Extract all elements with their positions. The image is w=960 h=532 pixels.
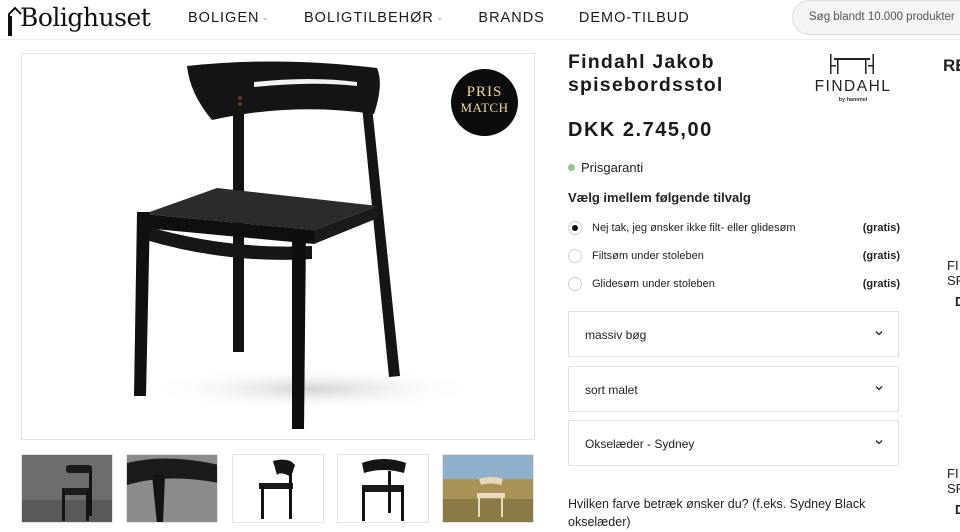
- thumbnail-image: [233, 455, 323, 522]
- prismatch-badge: PRIS MATCH: [451, 69, 518, 136]
- select-value: Okselæder - Sydney: [585, 437, 695, 451]
- option-label: Filtsøm under stoleben: [592, 250, 704, 262]
- option-price: (gratis): [862, 222, 900, 234]
- related-heading: RE: [943, 56, 960, 75]
- search-input[interactable]: Søg blandt 10.000 produkter: [792, 0, 960, 35]
- table-chairs-icon: [830, 54, 874, 74]
- related-item-1-price: D: [955, 294, 960, 309]
- select-value: massiv bøg: [585, 328, 647, 342]
- thumbnail-4[interactable]: [337, 454, 429, 523]
- options-heading: Vælg imellem følgende tilvalg: [568, 190, 751, 205]
- radio-button[interactable]: [568, 277, 582, 291]
- status-dot-icon: [568, 164, 575, 171]
- related-item-2-name-1[interactable]: FI: [947, 466, 959, 481]
- related-item-2-name-2[interactable]: SF: [947, 481, 960, 496]
- wood-type-select[interactable]: massiv bøg: [568, 311, 899, 357]
- brand-name: FINDAHL: [814, 78, 892, 95]
- option-none[interactable]: Nej tak, jeg ønsker ikke filt- eller gli…: [568, 220, 900, 238]
- thumbnail-1[interactable]: [21, 454, 113, 523]
- nav-label: BOLIGTILBEHØR: [304, 10, 434, 26]
- product-title: Findahl Jakob spisebordsstol: [568, 51, 724, 96]
- site-header: Bolighuset BOLIGEN ⌄ BOLIGTILBEHØR ⌄ BRA…: [0, 0, 960, 40]
- nav-item-demo-tilbud[interactable]: DEMO-TILBUD: [579, 10, 690, 26]
- option-label: Nej tak, jeg ønsker ikke filt- eller gli…: [592, 222, 796, 234]
- option-price: (gratis): [862, 250, 900, 262]
- select-value: sort malet: [585, 383, 638, 397]
- badge-line1: PRIS: [466, 84, 503, 100]
- thumbnail-image: [338, 455, 428, 522]
- chevron-down-icon: [875, 439, 883, 445]
- logo-text: Bolighuset: [20, 3, 151, 32]
- option-label: Glidesøm under stoleben: [592, 278, 715, 290]
- chevron-down-icon: [875, 385, 883, 391]
- nav-label: BOLIGEN: [188, 10, 260, 26]
- product-price: DKK 2.745,00: [568, 119, 713, 141]
- upholstery-select[interactable]: Okselæder - Sydney: [568, 420, 899, 466]
- guarantee-label: Prisgaranti: [581, 160, 644, 175]
- thumbnail-image: [443, 455, 533, 522]
- badge-line2: MATCH: [460, 100, 509, 115]
- site-logo[interactable]: Bolighuset: [8, 0, 151, 36]
- nav-item-boligtilbehor[interactable]: BOLIGTILBEHØR ⌄: [304, 10, 444, 26]
- option-filtsom[interactable]: Filtsøm under stoleben (gratis): [568, 248, 900, 266]
- related-item-1-name-1[interactable]: FI: [947, 258, 959, 273]
- finish-select[interactable]: sort malet: [568, 366, 899, 412]
- nav-item-boligen[interactable]: BOLIGEN ⌄: [188, 10, 270, 26]
- price-guarantee: Prisgaranti: [568, 160, 643, 175]
- radio-button[interactable]: [568, 249, 582, 263]
- thumbnail-image: [22, 455, 112, 522]
- thumbnail-2[interactable]: [126, 454, 218, 523]
- chevron-down-icon: ⌄: [261, 11, 271, 22]
- nav-item-brands[interactable]: BRANDS: [478, 10, 544, 26]
- chevron-down-icon: [875, 330, 883, 336]
- thumbnail-3[interactable]: [232, 454, 324, 523]
- radio-button[interactable]: [568, 221, 582, 235]
- nav-label: DEMO-TILBUD: [578, 10, 690, 26]
- related-item-1-name-2[interactable]: SF: [947, 273, 960, 288]
- related-item-2-price: D: [955, 502, 960, 517]
- main-nav: BOLIGEN ⌄ BOLIGTILBEHØR ⌄ BRANDS DEMO-TI…: [188, 0, 724, 36]
- brand-logo[interactable]: FINDAHL by hammel: [808, 54, 898, 104]
- thumbnail-image: [127, 455, 217, 522]
- nav-label: BRANDS: [478, 10, 545, 26]
- color-question: Hvilken farve betræk ønsker du? (f.eks. …: [568, 497, 866, 529]
- option-glidesom[interactable]: Glidesøm under stoleben (gratis): [568, 276, 900, 294]
- brand-sub: by hammel: [838, 97, 868, 103]
- option-price: (gratis): [862, 278, 900, 290]
- chevron-down-icon: ⌄: [435, 11, 445, 22]
- thumbnail-5[interactable]: [442, 454, 534, 523]
